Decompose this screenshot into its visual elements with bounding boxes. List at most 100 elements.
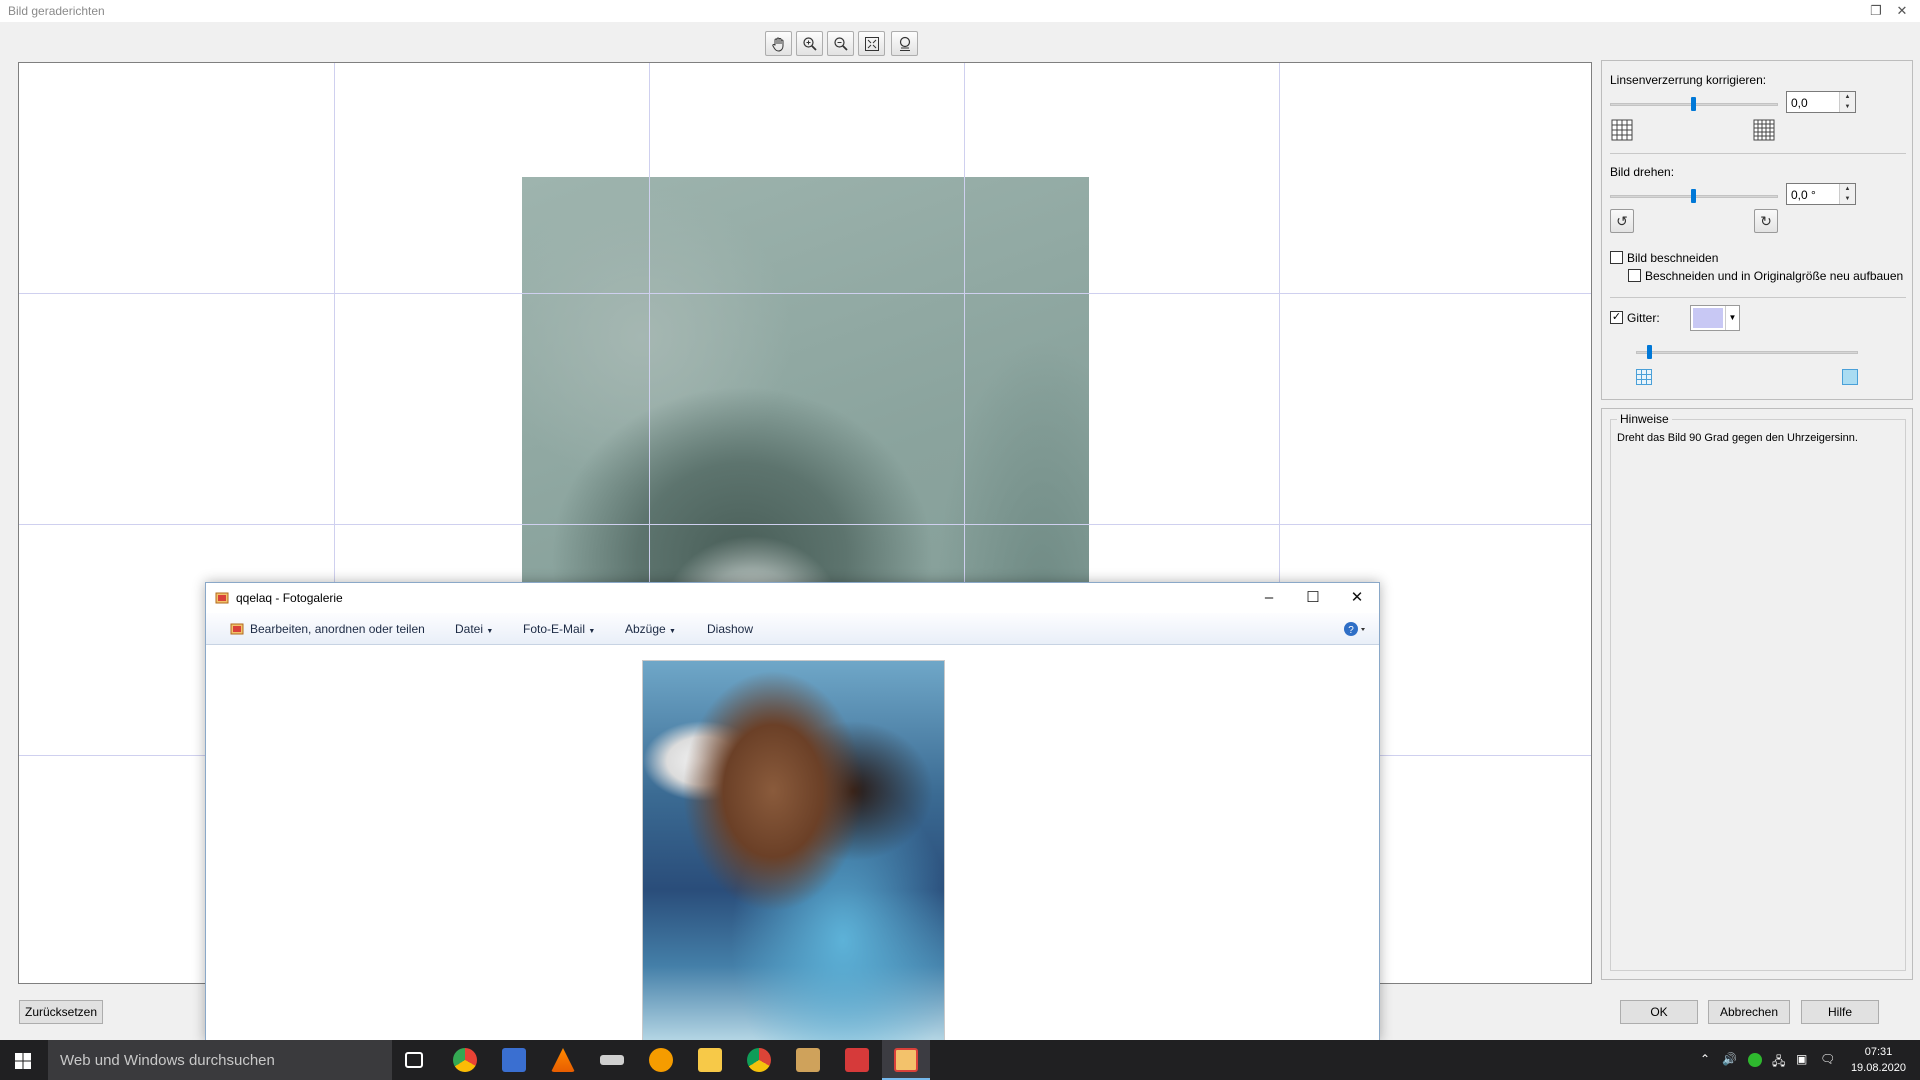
- photo-app-icon[interactable]: [796, 1048, 820, 1072]
- window-titlebar: Bild geraderichten ❐ ✕: [0, 0, 1920, 22]
- grid-color-swatch: [1693, 308, 1723, 328]
- menu-file-label: Datei: [455, 622, 484, 636]
- volume-icon[interactable]: 🔊: [1722, 1052, 1737, 1066]
- rotate-spinbox[interactable]: 0,0 ° ▲ ▼: [1786, 183, 1856, 205]
- spin-arrows[interactable]: ▲ ▼: [1839, 92, 1855, 112]
- hints-title: Hinweise: [1617, 412, 1672, 426]
- fit-window-icon: [865, 37, 879, 51]
- lens-distortion-slider[interactable]: [1610, 97, 1778, 111]
- restore-icon[interactable]: ❐: [1866, 2, 1886, 20]
- camera-app-icon[interactable]: [845, 1048, 869, 1072]
- usb-icon[interactable]: ▣: [1796, 1052, 1807, 1066]
- photo-gallery-window[interactable]: qqelaq - Fotogalerie – ☐ ✕ Bearbeiten, a…: [205, 582, 1380, 1043]
- minimize-icon[interactable]: –: [1247, 583, 1291, 613]
- zoom-100-button[interactable]: [891, 31, 918, 56]
- task-view-icon[interactable]: [405, 1052, 423, 1068]
- crop-rebuild-label: Beschneiden und in Originalgröße neu auf…: [1645, 269, 1904, 283]
- vlc-icon[interactable]: [551, 1048, 575, 1072]
- taskbar-search[interactable]: Web und Windows durchsuchen: [48, 1040, 392, 1080]
- zoom-out-icon: [834, 37, 848, 51]
- chevron-down-icon: ▼: [486, 628, 494, 635]
- clock-time: 07:31: [1864, 1046, 1893, 1058]
- rotate-value: 0,0 °: [1791, 188, 1816, 202]
- rotate-slider-thumb[interactable]: [1691, 189, 1696, 203]
- hand-tool-button[interactable]: [765, 31, 792, 56]
- chevron-up-icon[interactable]: ⌃: [1700, 1052, 1710, 1066]
- reset-button[interactable]: Zurücksetzen: [19, 1000, 103, 1024]
- photo-gallery-app-icon: [230, 623, 244, 635]
- cancel-button[interactable]: Abbrechen: [1708, 1000, 1790, 1024]
- taskbar: Web und Windows durchsuchen ⌃ 🔊 🖧 ▣ 🗨 07…: [0, 1040, 1920, 1080]
- security-icon[interactable]: [1748, 1053, 1762, 1067]
- rotate-ccw-icon: ↺: [1616, 213, 1628, 229]
- grid-checkbox[interactable]: ✓: [1610, 311, 1623, 324]
- zoom-actual-size-icon: [899, 36, 911, 51]
- picasa-icon[interactable]: [453, 1048, 477, 1072]
- search-placeholder: Web und Windows durchsuchen: [60, 1052, 275, 1069]
- zoom-in-button[interactable]: [796, 31, 823, 56]
- lens-distortion-spinbox[interactable]: 0,0 ▲ ▼: [1786, 91, 1856, 113]
- grid-size-slider[interactable]: [1636, 345, 1858, 359]
- close-icon[interactable]: ✕: [1335, 583, 1379, 613]
- grid-line: [19, 293, 1591, 294]
- image-viewer-icon[interactable]: [502, 1048, 526, 1072]
- crop-label: Bild beschneiden: [1627, 251, 1719, 265]
- taskbar-clock[interactable]: 07:31 19.08.2020: [1851, 1044, 1906, 1076]
- fit-window-button[interactable]: [858, 31, 885, 56]
- grid-size-slider-thumb[interactable]: [1647, 345, 1652, 359]
- taskbar-active-gallery[interactable]: [882, 1040, 930, 1080]
- gallery-titlebar[interactable]: qqelaq - Fotogalerie – ☐ ✕: [206, 583, 1379, 613]
- gallery-photo[interactable]: [642, 660, 945, 1043]
- clock-date: 19.08.2020: [1850, 1062, 1906, 1074]
- menu-email-label: Foto-E-Mail: [523, 622, 586, 636]
- zoom-out-button[interactable]: [827, 31, 854, 56]
- network-icon[interactable]: 🖧: [1772, 1052, 1785, 1073]
- grid-color-picker[interactable]: ▼: [1690, 305, 1740, 331]
- lens-distortion-value: 0,0: [1791, 96, 1808, 110]
- zoom-in-icon: [803, 37, 817, 51]
- chrome-icon[interactable]: [747, 1048, 771, 1072]
- view-toolbar: [0, 22, 1592, 62]
- maximize-icon[interactable]: ☐: [1291, 583, 1335, 613]
- lens-distortion-slider-thumb[interactable]: [1691, 97, 1696, 111]
- menu-file[interactable]: Datei ▼: [455, 622, 493, 636]
- rotate-right-button[interactable]: ↻: [1754, 209, 1778, 233]
- rotate-slider[interactable]: [1610, 189, 1778, 203]
- windows-icon: [15, 1053, 31, 1069]
- file-explorer-icon[interactable]: [698, 1048, 722, 1072]
- notification-icon[interactable]: 🗨: [1820, 1052, 1835, 1066]
- barrel-distortion-icon: [1610, 119, 1634, 143]
- menu-email[interactable]: Foto-E-Mail ▼: [523, 622, 595, 636]
- hints-groupbox: Hinweise Dreht das Bild 90 Grad gegen de…: [1610, 412, 1906, 971]
- rotate-left-button[interactable]: ↺: [1610, 209, 1634, 233]
- settings-panel: Linsenverzerrung korrigieren: 0,0 ▲ ▼ Bil…: [1601, 60, 1913, 400]
- menu-slideshow[interactable]: Diashow: [707, 622, 753, 636]
- ok-button[interactable]: OK: [1620, 1000, 1698, 1024]
- help-button[interactable]: Hilfe: [1801, 1000, 1879, 1024]
- crop-rebuild-checkbox[interactable]: [1628, 269, 1641, 282]
- hints-text: Dreht das Bild 90 Grad gegen den Uhrzeig…: [1617, 432, 1858, 444]
- hand-icon: [772, 37, 784, 52]
- photo-gallery-app-icon: [215, 592, 229, 604]
- gallery-menubar: Bearbeiten, anordnen oder teilen Datei ▼…: [206, 613, 1379, 645]
- crop-checkbox[interactable]: [1610, 251, 1623, 264]
- photo-gallery-app-icon: [894, 1048, 918, 1072]
- plane-icon[interactable]: [600, 1055, 624, 1065]
- window-title: Bild geraderichten: [8, 4, 105, 18]
- menu-edit[interactable]: Bearbeiten, anordnen oder teilen: [250, 622, 425, 636]
- grid-line: [19, 524, 1591, 525]
- app-icon[interactable]: [649, 1048, 673, 1072]
- help-icon[interactable]: ?: [1343, 621, 1367, 640]
- menu-prints[interactable]: Abzüge ▼: [625, 622, 676, 636]
- menu-prints-label: Abzüge: [625, 622, 666, 636]
- chevron-down-icon: ▼: [669, 628, 676, 635]
- close-icon[interactable]: ✕: [1892, 2, 1912, 20]
- chevron-down-icon: ▼: [588, 628, 596, 635]
- rotate-cw-icon: ↻: [1760, 213, 1772, 229]
- gallery-viewer: [206, 646, 1379, 1043]
- svg-text:?: ?: [1348, 625, 1354, 636]
- spin-arrows[interactable]: ▲ ▼: [1839, 184, 1855, 204]
- hints-panel: Hinweise Dreht das Bild 90 Grad gegen de…: [1601, 408, 1913, 980]
- start-button[interactable]: [0, 1040, 48, 1080]
- coarse-grid-icon: [1842, 369, 1860, 387]
